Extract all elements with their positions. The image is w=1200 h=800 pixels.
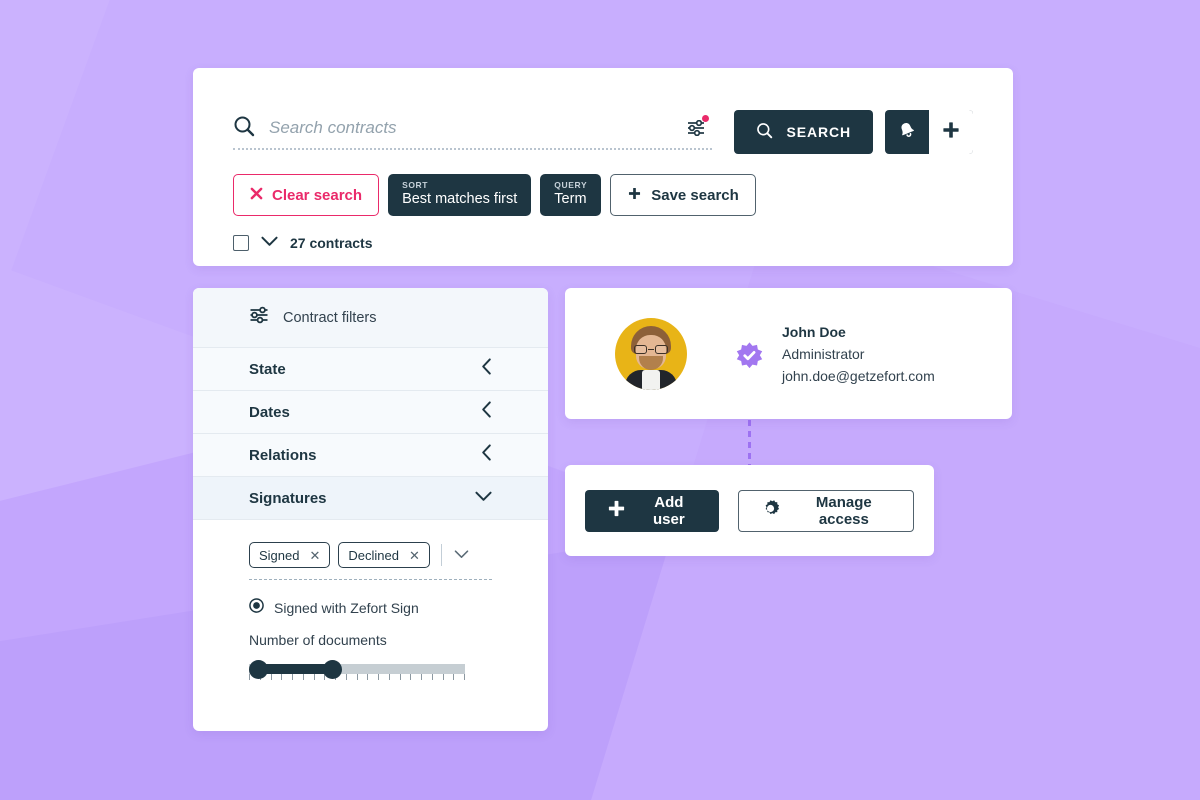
zefort-sign-option[interactable]: Signed with Zefort Sign	[249, 598, 492, 618]
chevron-left-icon	[481, 401, 492, 423]
chevron-down-icon[interactable]	[261, 234, 278, 252]
save-search-button[interactable]: Save search	[610, 174, 756, 216]
dashed-connector-line	[748, 420, 751, 466]
documents-range-slider[interactable]	[249, 660, 465, 682]
user-name: John Doe	[782, 323, 846, 340]
filter-row-state[interactable]: State	[193, 348, 548, 391]
signature-tag-row: Signed ✕ Declined ✕	[249, 542, 492, 580]
filter-panel-title: Contract filters	[283, 309, 377, 326]
user-actions-card: Add user Manage access	[565, 465, 934, 556]
clear-search-button[interactable]: Clear search	[233, 174, 380, 216]
user-details: John Doe Administrator john.doe@getzefor…	[782, 324, 935, 384]
documents-slider-label: Number of documents	[249, 632, 387, 648]
manage-access-button[interactable]: Manage access	[737, 489, 914, 532]
add-button[interactable]	[929, 110, 973, 154]
tag-separator	[440, 544, 442, 566]
clear-search-label: Clear search	[272, 186, 363, 204]
x-icon	[250, 187, 263, 204]
x-icon[interactable]: ✕	[409, 549, 420, 562]
radio-selected-icon	[249, 598, 264, 618]
zefort-sign-label: Signed with Zefort Sign	[274, 600, 419, 616]
results-count-row: 27 contracts	[193, 216, 1013, 252]
sliders-icon	[249, 306, 269, 329]
contract-filter-panel: Contract filters State Dates Relations S…	[193, 288, 548, 731]
filter-panel-header: Contract filters	[193, 288, 548, 348]
filter-row-label: State	[249, 360, 286, 378]
bell-icon	[897, 120, 917, 145]
filter-row-label: Dates	[249, 403, 290, 421]
signatures-filter-body: Signed ✕ Declined ✕ Signed with Zefort S…	[193, 520, 548, 682]
search-button-icon	[756, 122, 773, 142]
user-role: Administrator	[782, 345, 865, 362]
chevron-left-icon	[481, 444, 492, 466]
signature-dropdown-button[interactable]	[450, 546, 473, 564]
plus-icon	[941, 120, 961, 145]
tag-signed[interactable]: Signed ✕	[249, 542, 331, 568]
add-user-button[interactable]: Add user	[585, 489, 719, 532]
query-chip-value: Term	[554, 190, 587, 207]
add-user-label: Add user	[653, 493, 685, 528]
magnifier-icon	[233, 115, 255, 142]
user-email: john.doe@getzefort.com	[782, 367, 935, 384]
search-row: SEARCH	[193, 68, 1013, 154]
select-all-checkbox[interactable]	[233, 235, 249, 251]
search-panel: SEARCH	[193, 68, 1013, 266]
avatar	[615, 317, 687, 390]
query-chip[interactable]: QUERY Term	[540, 174, 602, 216]
verified-badge-icon	[735, 337, 764, 370]
plus-icon	[627, 186, 642, 205]
advanced-filter-button[interactable]	[684, 115, 710, 140]
filter-row-dates[interactable]: Dates	[193, 391, 548, 434]
sort-chip-key: SORT	[402, 180, 429, 191]
bell-button[interactable]	[885, 110, 929, 154]
slider-handle-max[interactable]	[323, 660, 342, 679]
filter-badge-dot	[702, 115, 710, 122]
filter-row-label: Relations	[249, 446, 317, 464]
x-icon[interactable]: ✕	[309, 549, 320, 562]
chevron-down-icon	[454, 546, 469, 564]
search-button-label: SEARCH	[786, 124, 851, 140]
chevron-left-icon	[481, 358, 492, 380]
tag-label: Declined	[348, 547, 399, 563]
tag-label: Signed	[259, 547, 300, 563]
save-search-label: Save search	[651, 186, 739, 204]
notification-split-button	[885, 110, 973, 154]
filter-row-label: Signatures	[249, 489, 327, 507]
filter-row-signatures[interactable]: Signatures	[193, 477, 548, 520]
search-field[interactable]	[233, 115, 713, 150]
user-profile-card: John Doe Administrator john.doe@getzefor…	[565, 288, 1012, 419]
slider-ticks	[249, 674, 465, 682]
search-chips-row: Clear search SORT Best matches first QUE…	[193, 154, 1013, 216]
sort-chip-value: Best matches first	[402, 190, 518, 207]
search-input[interactable]	[269, 118, 671, 138]
query-chip-key: QUERY	[554, 180, 588, 191]
manage-access-label: Manage access	[815, 493, 872, 528]
slider-handle-min[interactable]	[249, 660, 268, 679]
plus-icon	[607, 499, 626, 522]
tag-declined[interactable]: Declined ✕	[338, 542, 430, 568]
results-count-label: 27 contracts	[290, 235, 373, 251]
search-button[interactable]: SEARCH	[734, 110, 873, 154]
filter-row-relations[interactable]: Relations	[193, 434, 548, 477]
sort-chip[interactable]: SORT Best matches first	[388, 174, 532, 216]
gear-icon	[760, 498, 781, 523]
chevron-down-icon	[475, 489, 492, 507]
